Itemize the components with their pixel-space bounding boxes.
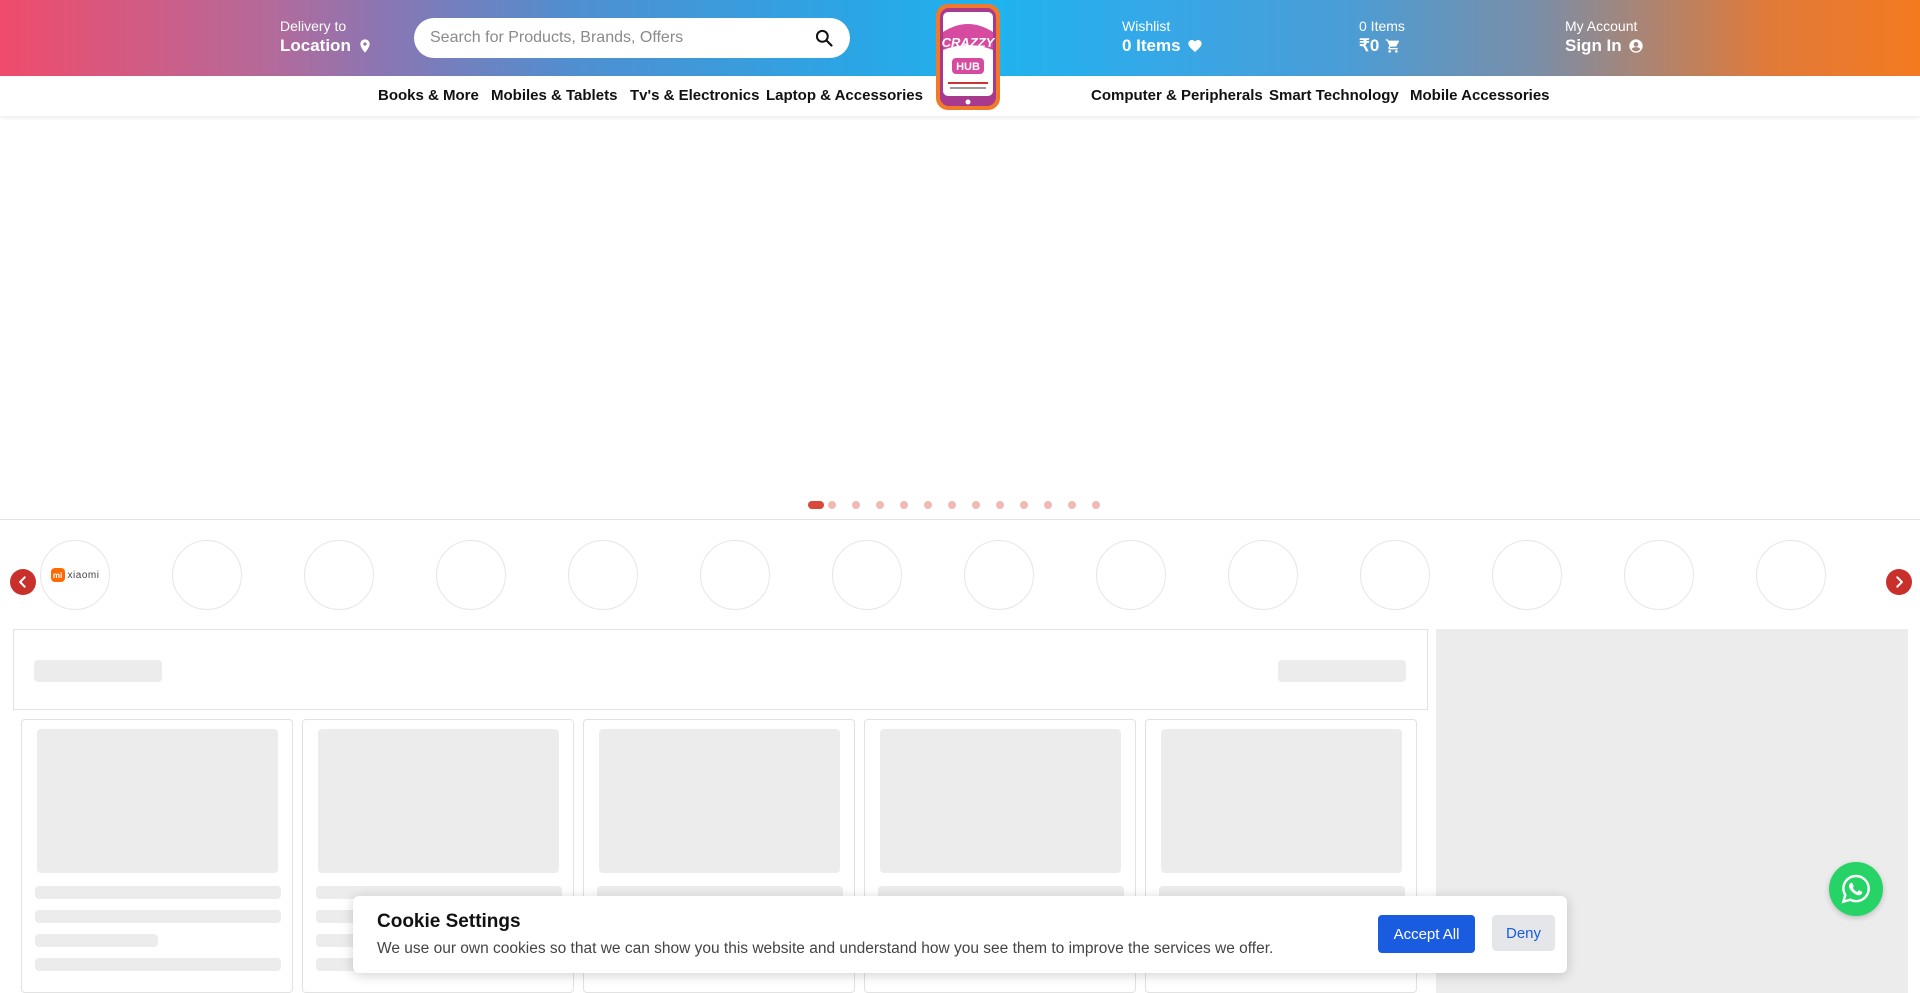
- brand-circle[interactable]: [1360, 540, 1430, 610]
- whatsapp-chat-button[interactable]: [1829, 862, 1883, 916]
- nav-mobile-accessories[interactable]: Mobile Accessories: [1410, 87, 1550, 104]
- carousel-pagination: [0, 500, 1920, 510]
- carousel-dot[interactable]: [924, 501, 932, 509]
- carousel-dot[interactable]: [1044, 501, 1052, 509]
- cart-icon: [1385, 39, 1400, 53]
- account-label: My Account: [1565, 18, 1638, 34]
- search-bar: [414, 18, 850, 58]
- search-icon[interactable]: [814, 28, 834, 48]
- carousel-dot[interactable]: [900, 501, 908, 509]
- brand-circle[interactable]: [1228, 540, 1298, 610]
- accept-all-button[interactable]: Accept All: [1378, 915, 1475, 953]
- carousel-dot[interactable]: [996, 501, 1004, 509]
- carousel-dot[interactable]: [948, 501, 956, 509]
- brand-circle[interactable]: [172, 540, 242, 610]
- brand-circle[interactable]: [700, 540, 770, 610]
- carousel-dot[interactable]: [1092, 501, 1100, 509]
- wishlist-link[interactable]: Wishlist 0 Items: [1122, 17, 1203, 57]
- carousel-dot[interactable]: [1020, 501, 1028, 509]
- brand-circle[interactable]: [1096, 540, 1166, 610]
- cart-items-label: 0 Items: [1359, 18, 1405, 34]
- deny-button[interactable]: Deny: [1492, 915, 1555, 951]
- brand-circle[interactable]: [1492, 540, 1562, 610]
- brands-next-button[interactable]: [1886, 569, 1912, 595]
- cart-total: ₹0: [1359, 36, 1380, 55]
- user-icon: [1629, 39, 1643, 53]
- xiaomi-logo-icon: mi: [50, 568, 65, 582]
- skeleton-block: [880, 729, 1121, 873]
- wishlist-label: Wishlist: [1122, 18, 1171, 34]
- carousel-dot[interactable]: [1068, 501, 1076, 509]
- brand-name: xiaomi: [67, 569, 100, 581]
- whatsapp-icon: [1841, 874, 1870, 904]
- sign-in-text: Sign In: [1565, 36, 1622, 55]
- delivery-label: Delivery to: [280, 18, 347, 34]
- nav-laptop-accessories[interactable]: Laptop & Accessories: [766, 87, 923, 104]
- nav-computer-peripherals[interactable]: Computer & Peripherals: [1091, 87, 1263, 104]
- svg-text:CRAZZY: CRAZZY: [942, 35, 996, 50]
- section-divider: [0, 519, 1920, 520]
- svg-text:HUB: HUB: [956, 61, 980, 73]
- skeleton-title: [34, 660, 162, 682]
- heart-icon: [1187, 40, 1202, 52]
- carousel-dot[interactable]: [852, 501, 860, 509]
- cookie-banner: Cookie Settings We use our own cookies s…: [353, 896, 1567, 973]
- skeleton-block: [35, 934, 158, 947]
- brand-circle[interactable]: [1624, 540, 1694, 610]
- cookie-title: Cookie Settings: [377, 911, 521, 932]
- wishlist-count: 0 Items: [1122, 36, 1181, 55]
- cart-link[interactable]: 0 Items ₹0: [1359, 17, 1405, 57]
- carousel-dot[interactable]: [972, 501, 980, 509]
- carousel-dot[interactable]: [876, 501, 884, 509]
- crazzy-hub-logo[interactable]: CRAZZY HUB: [930, 2, 1006, 112]
- delivery-location[interactable]: Delivery to Location: [280, 17, 373, 57]
- skeleton-block: [599, 729, 840, 873]
- chevron-left-icon: [19, 576, 26, 588]
- brands-prev-button[interactable]: [10, 569, 36, 595]
- skeleton-block: [35, 910, 281, 923]
- skeleton-block: [1161, 729, 1402, 873]
- brand-circle[interactable]: [304, 540, 374, 610]
- section-header-skeleton: [13, 629, 1428, 710]
- nav-books-more[interactable]: Books & More: [378, 87, 479, 104]
- brand-circle[interactable]: [568, 540, 638, 610]
- chevron-right-icon: [1896, 576, 1903, 588]
- nav-smart-technology[interactable]: Smart Technology: [1269, 87, 1399, 104]
- skeleton-block: [35, 958, 281, 971]
- skeleton-block: [37, 729, 278, 873]
- location-pin-icon: [360, 39, 370, 53]
- delivery-value: Location: [280, 36, 351, 55]
- carousel-dot[interactable]: [808, 501, 824, 509]
- skeleton-view-all: [1278, 660, 1406, 682]
- skeleton-block: [318, 729, 559, 873]
- product-card-skeleton: [21, 719, 293, 993]
- brand-circle[interactable]: [1756, 540, 1826, 610]
- carousel-dot[interactable]: [828, 501, 836, 509]
- brand-xiaomi[interactable]: mi xiaomi: [40, 540, 110, 610]
- nav-tvs-electronics[interactable]: Tv's & Electronics: [630, 87, 759, 104]
- nav-mobiles-tablets[interactable]: Mobiles & Tablets: [491, 87, 617, 104]
- cookie-description: We use our own cookies so that we can sh…: [377, 940, 1274, 957]
- brand-circle[interactable]: [964, 540, 1034, 610]
- search-input[interactable]: [430, 29, 814, 47]
- brand-circle[interactable]: [436, 540, 506, 610]
- skeleton-block: [35, 886, 281, 899]
- account-link[interactable]: My Account Sign In: [1565, 17, 1644, 57]
- brand-circle[interactable]: [832, 540, 902, 610]
